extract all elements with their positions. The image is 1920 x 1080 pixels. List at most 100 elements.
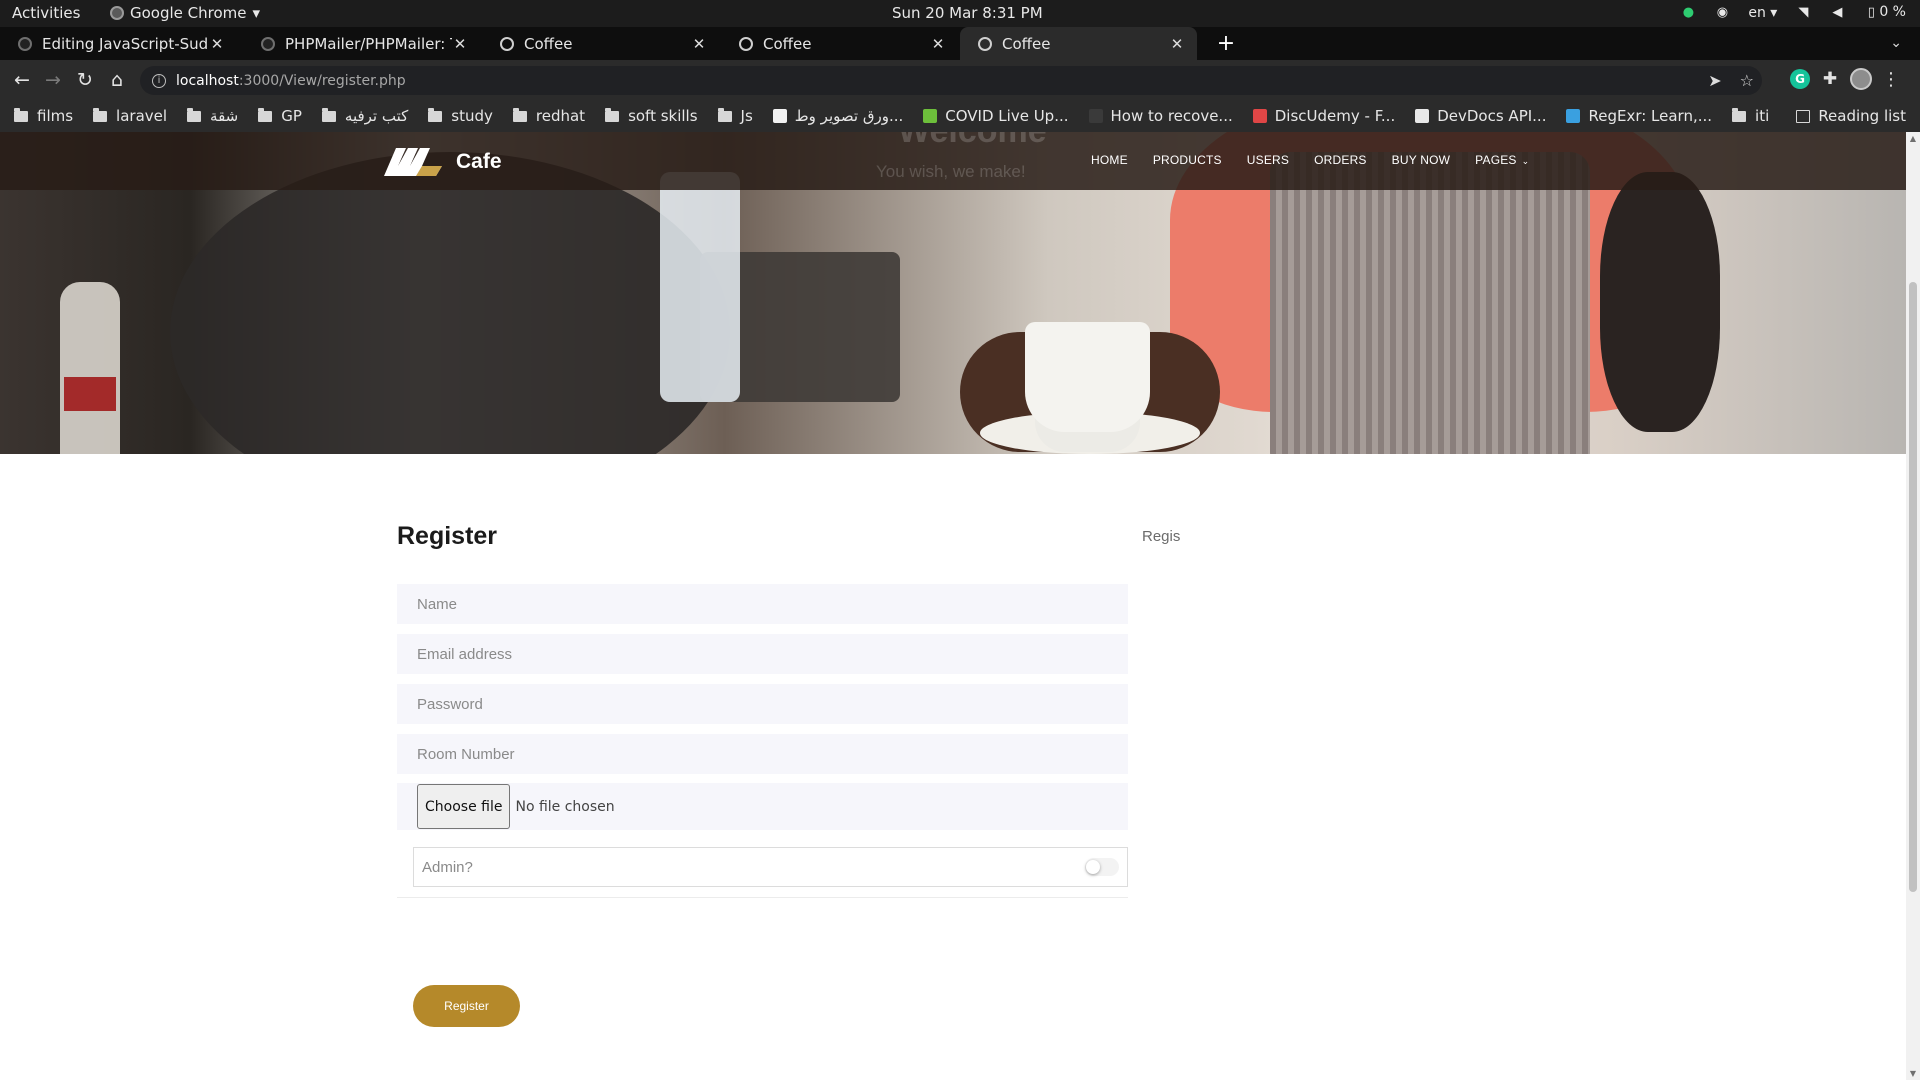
choose-file-button[interactable]: Choose file [417, 784, 511, 829]
scrollbar-thumb[interactable] [1909, 282, 1917, 892]
hero-image: Welcome You wish, we make! Cafe HOME PRO… [0, 132, 1906, 454]
bookmark-link[interactable]: How to recove... [1088, 107, 1233, 125]
back-button[interactable]: ← [10, 68, 34, 92]
bookmark-label: Js [740, 107, 753, 125]
hero-subtitle: You wish, we make! [876, 162, 1026, 181]
profile-avatar[interactable] [1850, 68, 1872, 90]
volume-icon[interactable]: ◀ [1829, 5, 1845, 21]
name-field[interactable] [397, 584, 1128, 624]
room-number-field[interactable] [397, 734, 1128, 774]
bookmark-folder[interactable]: redhat [512, 107, 586, 125]
close-icon[interactable]: ✕ [452, 35, 468, 53]
bookmark-folder[interactable]: كتب ترفيه [321, 107, 408, 125]
bookmark-folder[interactable]: Js [717, 107, 753, 125]
folder-icon [93, 107, 108, 122]
nav-pages[interactable]: PAGES ⌄ [1475, 153, 1529, 167]
extensions-puzzle-icon[interactable]: ✚ [1820, 69, 1840, 89]
tab-strip: Editing JavaScript-Sudok ✕ PHPMailer/PHP… [0, 27, 1920, 60]
tab-title: Coffee [1002, 34, 1051, 53]
password-field[interactable] [397, 684, 1128, 724]
site-info-icon[interactable]: i [152, 73, 166, 88]
app-menu[interactable]: Google Chrome ▾ [110, 4, 260, 22]
whatsapp-icon[interactable]: ● [1680, 5, 1696, 21]
kebab-menu-icon[interactable]: ⋮ [1882, 69, 1900, 90]
browser-tab[interactable]: Editing JavaScript-Sudok ✕ [0, 27, 237, 60]
close-icon[interactable]: ✕ [209, 35, 225, 53]
folder-icon [14, 107, 28, 122]
bookmark-folder[interactable]: study [428, 107, 493, 125]
scroll-down-icon[interactable]: ▼ [1906, 1069, 1920, 1078]
close-icon[interactable]: ✕ [691, 35, 707, 53]
bookmark-label: How to recove... [1110, 107, 1233, 125]
page-viewport: Welcome You wish, we make! Cafe HOME PRO… [0, 132, 1906, 1080]
system-tray[interactable]: ● ◉ en ▾ ◥ ◀ ▯ 0 % [1680, 4, 1906, 21]
bookmark-link[interactable]: ورق تصوير وط... [772, 107, 903, 125]
bookmark-label: study [451, 107, 493, 125]
bookmark-link[interactable]: DevDocs API... [1415, 107, 1546, 125]
tab-title: Coffee [763, 34, 812, 53]
admin-switch-row: Admin? [413, 847, 1128, 887]
forward-button[interactable]: → [41, 68, 65, 92]
browser-tab[interactable]: Coffee ✕ [482, 27, 719, 60]
site-logo[interactable]: Cafe [384, 146, 502, 178]
bookmark-folder[interactable]: GP [258, 107, 302, 125]
scroll-up-icon[interactable]: ▲ [1906, 134, 1920, 143]
close-icon[interactable]: ✕ [1169, 35, 1185, 53]
bookmark-folder[interactable]: films [14, 107, 73, 125]
bookmark-label: DevDocs API... [1437, 107, 1547, 125]
folder-icon [605, 107, 620, 122]
nav-home[interactable]: HOME [1091, 153, 1128, 167]
bookmark-label: DiscUdemy - F... [1274, 107, 1396, 125]
bookmark-folder[interactable]: شقة [187, 107, 238, 125]
github-icon [18, 36, 32, 51]
page-scrollbar[interactable]: ▲ ▼ [1906, 132, 1920, 1080]
register-side-text: Regis [1142, 528, 1181, 545]
bookmark-folder[interactable]: iti [1732, 107, 1769, 125]
browser-tab-active[interactable]: Coffee ✕ [960, 27, 1197, 60]
site-menu: HOME PRODUCTS USERS ORDERS BUY NOW PAGES… [1091, 153, 1529, 167]
nav-users[interactable]: USERS [1247, 153, 1289, 167]
reading-list-button[interactable]: Reading list [1796, 100, 1906, 132]
nav-buy-now[interactable]: BUY NOW [1392, 153, 1451, 167]
close-icon[interactable]: ✕ [930, 35, 946, 53]
grammarly-icon[interactable]: G [1790, 69, 1810, 89]
site-favicon-icon [772, 109, 787, 123]
admin-label: Admin? [422, 858, 473, 876]
reload-button[interactable]: ↻ [73, 68, 97, 92]
address-bar[interactable]: i localhost:3000/View/register.php ➤ ☆ [140, 66, 1762, 95]
new-tab-button[interactable]: + [1214, 27, 1238, 60]
globe-icon [500, 36, 514, 51]
hero-welcome-heading: Welcome [898, 132, 1047, 151]
register-button[interactable]: Register [413, 985, 520, 1027]
bookmark-link[interactable]: COVID Live Up... [923, 107, 1069, 125]
battery-indicator[interactable]: ▯ 0 % [1863, 4, 1906, 21]
bookmark-link[interactable]: DiscUdemy - F... [1252, 107, 1396, 125]
bookmark-folder[interactable]: laravel [93, 107, 167, 125]
tab-search-button[interactable]: ⌄ [1890, 27, 1902, 60]
site-favicon-icon [923, 109, 938, 123]
bookmark-star-icon[interactable]: ☆ [1740, 71, 1754, 90]
activities-button[interactable]: Activities [12, 4, 80, 22]
reading-list-icon [1796, 109, 1811, 123]
site-favicon-icon [1566, 109, 1581, 123]
browser-tab[interactable]: Coffee ✕ [721, 27, 958, 60]
wifi-icon[interactable]: ◥ [1795, 5, 1811, 21]
bookmark-folder[interactable]: soft skills [605, 107, 698, 125]
browser-tab[interactable]: PHPMailer/PHPMailer: Th ✕ [243, 27, 480, 60]
admin-toggle[interactable] [1085, 858, 1119, 876]
bookmark-label: شقة [210, 107, 239, 125]
clock[interactable]: Sun 20 Mar 8:31 PM [892, 4, 1043, 22]
home-button[interactable]: ⌂ [105, 68, 129, 92]
nav-products[interactable]: PRODUCTS [1153, 153, 1222, 167]
page-title: Register [397, 522, 498, 550]
send-icon[interactable]: ➤ [1708, 71, 1721, 90]
bookmark-label: iti [1755, 107, 1770, 125]
nav-orders[interactable]: ORDERS [1314, 153, 1367, 167]
email-field[interactable] [397, 634, 1128, 674]
bookmark-link[interactable]: RegExr: Learn,... [1566, 107, 1712, 125]
toggle-knob [1086, 860, 1100, 874]
language-indicator[interactable]: en ▾ [1748, 5, 1777, 21]
hero-cup-shape [1025, 322, 1150, 432]
bookmark-label: redhat [535, 107, 586, 125]
discord-icon[interactable]: ◉ [1714, 5, 1730, 21]
